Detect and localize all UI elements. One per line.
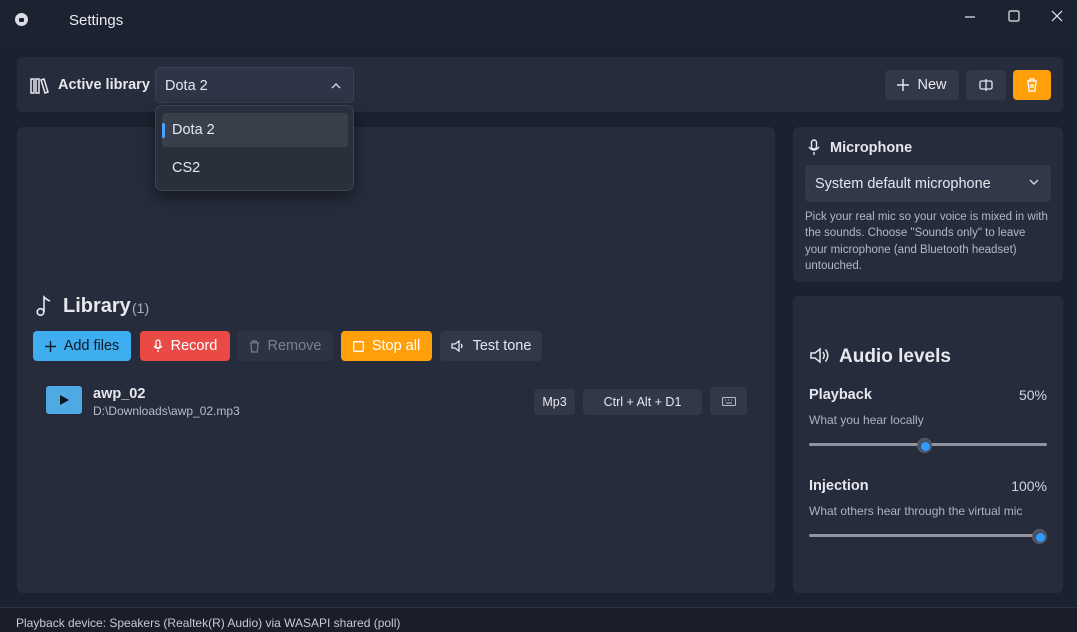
- library-icon: [30, 78, 49, 94]
- add-files-button[interactable]: Add files: [33, 331, 131, 361]
- playback-slider[interactable]: [809, 438, 1047, 453]
- minimize-icon: [965, 16, 975, 18]
- microphone-select[interactable]: System default microphone: [805, 165, 1051, 202]
- remove-button[interactable]: Remove: [237, 331, 333, 361]
- new-library-label: New: [917, 77, 947, 93]
- status-bar: Playback device: Speakers (Realtek(R) Au…: [0, 607, 1077, 632]
- microphone-value: System default microphone: [815, 176, 991, 192]
- rename-icon: [979, 79, 993, 91]
- library-option-label: Dota 2: [172, 122, 215, 138]
- playback-label: Playback: [809, 387, 872, 403]
- microphone-icon: [808, 139, 820, 155]
- library-option-cs2[interactable]: CS2: [162, 151, 348, 185]
- title-bar: Settings: [0, 0, 1077, 44]
- hotkey-field[interactable]: Ctrl + Alt + D1: [583, 389, 702, 415]
- injection-label: Injection: [809, 478, 869, 494]
- close-icon: [1051, 10, 1063, 22]
- stop-all-button[interactable]: Stop all: [341, 331, 432, 361]
- add-files-label: Add files: [63, 338, 120, 354]
- music-note-icon: [36, 295, 51, 317]
- library-option-dota2[interactable]: Dota 2: [162, 113, 348, 147]
- trash-icon: [249, 339, 259, 353]
- plus-icon: [897, 79, 910, 91]
- maximize-button[interactable]: [991, 0, 1037, 32]
- record-button[interactable]: Record: [140, 331, 230, 361]
- remove-label: Remove: [267, 338, 322, 354]
- library-dropdown: Dota 2 CS2: [155, 105, 354, 191]
- set-hotkey-button[interactable]: [710, 387, 747, 415]
- volume-icon: [810, 347, 829, 364]
- chevron-up-icon: [331, 83, 341, 89]
- stop-all-label: Stop all: [371, 338, 421, 354]
- active-library-value: Dota 2: [165, 78, 208, 94]
- playback-slider-thumb[interactable]: [916, 438, 932, 453]
- play-button[interactable]: [46, 386, 82, 414]
- microphone-help: Pick your real mic so your voice is mixe…: [805, 211, 1048, 272]
- injection-description: What others hear through the virtual mic: [809, 504, 1023, 518]
- new-library-button[interactable]: New: [885, 70, 959, 100]
- play-icon: [60, 395, 69, 405]
- injection-slider-thumb[interactable]: [1031, 529, 1047, 544]
- playback-value: 50%: [1018, 387, 1047, 403]
- library-option-label: CS2: [172, 160, 201, 176]
- track-path: D:\Downloads\awp_02.mp3: [93, 404, 240, 418]
- library-heading: Library: [63, 295, 131, 317]
- chevron-down-icon: [1029, 179, 1039, 185]
- maximize-icon: [1008, 10, 1020, 22]
- keyboard-icon: [721, 396, 736, 406]
- injection-value: 100%: [1011, 478, 1047, 494]
- library-count: (1): [132, 300, 150, 316]
- active-library-label: Active library: [58, 77, 150, 93]
- status-text: Playback device: Speakers (Realtek(R) Au…: [16, 616, 401, 630]
- microphone-title: Microphone: [830, 140, 913, 156]
- plus-icon: [44, 340, 56, 352]
- speaker-icon: [450, 340, 463, 352]
- minimize-button[interactable]: [947, 0, 993, 32]
- delete-library-button[interactable]: [1013, 70, 1051, 100]
- track-name: awp_02: [93, 386, 146, 402]
- injection-slider-rail: [809, 534, 1047, 537]
- trash-icon: [1027, 78, 1037, 92]
- active-library-select[interactable]: Dota 2: [155, 67, 354, 103]
- microphone-icon: [153, 339, 163, 352]
- window-title: Settings: [69, 12, 124, 29]
- format-badge: Mp3: [534, 389, 575, 415]
- test-tone-button[interactable]: Test tone: [440, 331, 542, 361]
- playback-description: What you hear locally: [809, 413, 924, 427]
- app-icon: [15, 13, 28, 26]
- record-label: Record: [170, 338, 218, 354]
- audio-levels-title: Audio levels: [839, 346, 951, 367]
- rename-library-button[interactable]: [966, 70, 1006, 100]
- stop-icon: [352, 340, 364, 352]
- injection-slider[interactable]: [809, 529, 1047, 544]
- test-tone-label: Test tone: [472, 338, 532, 354]
- close-button[interactable]: [1034, 0, 1077, 32]
